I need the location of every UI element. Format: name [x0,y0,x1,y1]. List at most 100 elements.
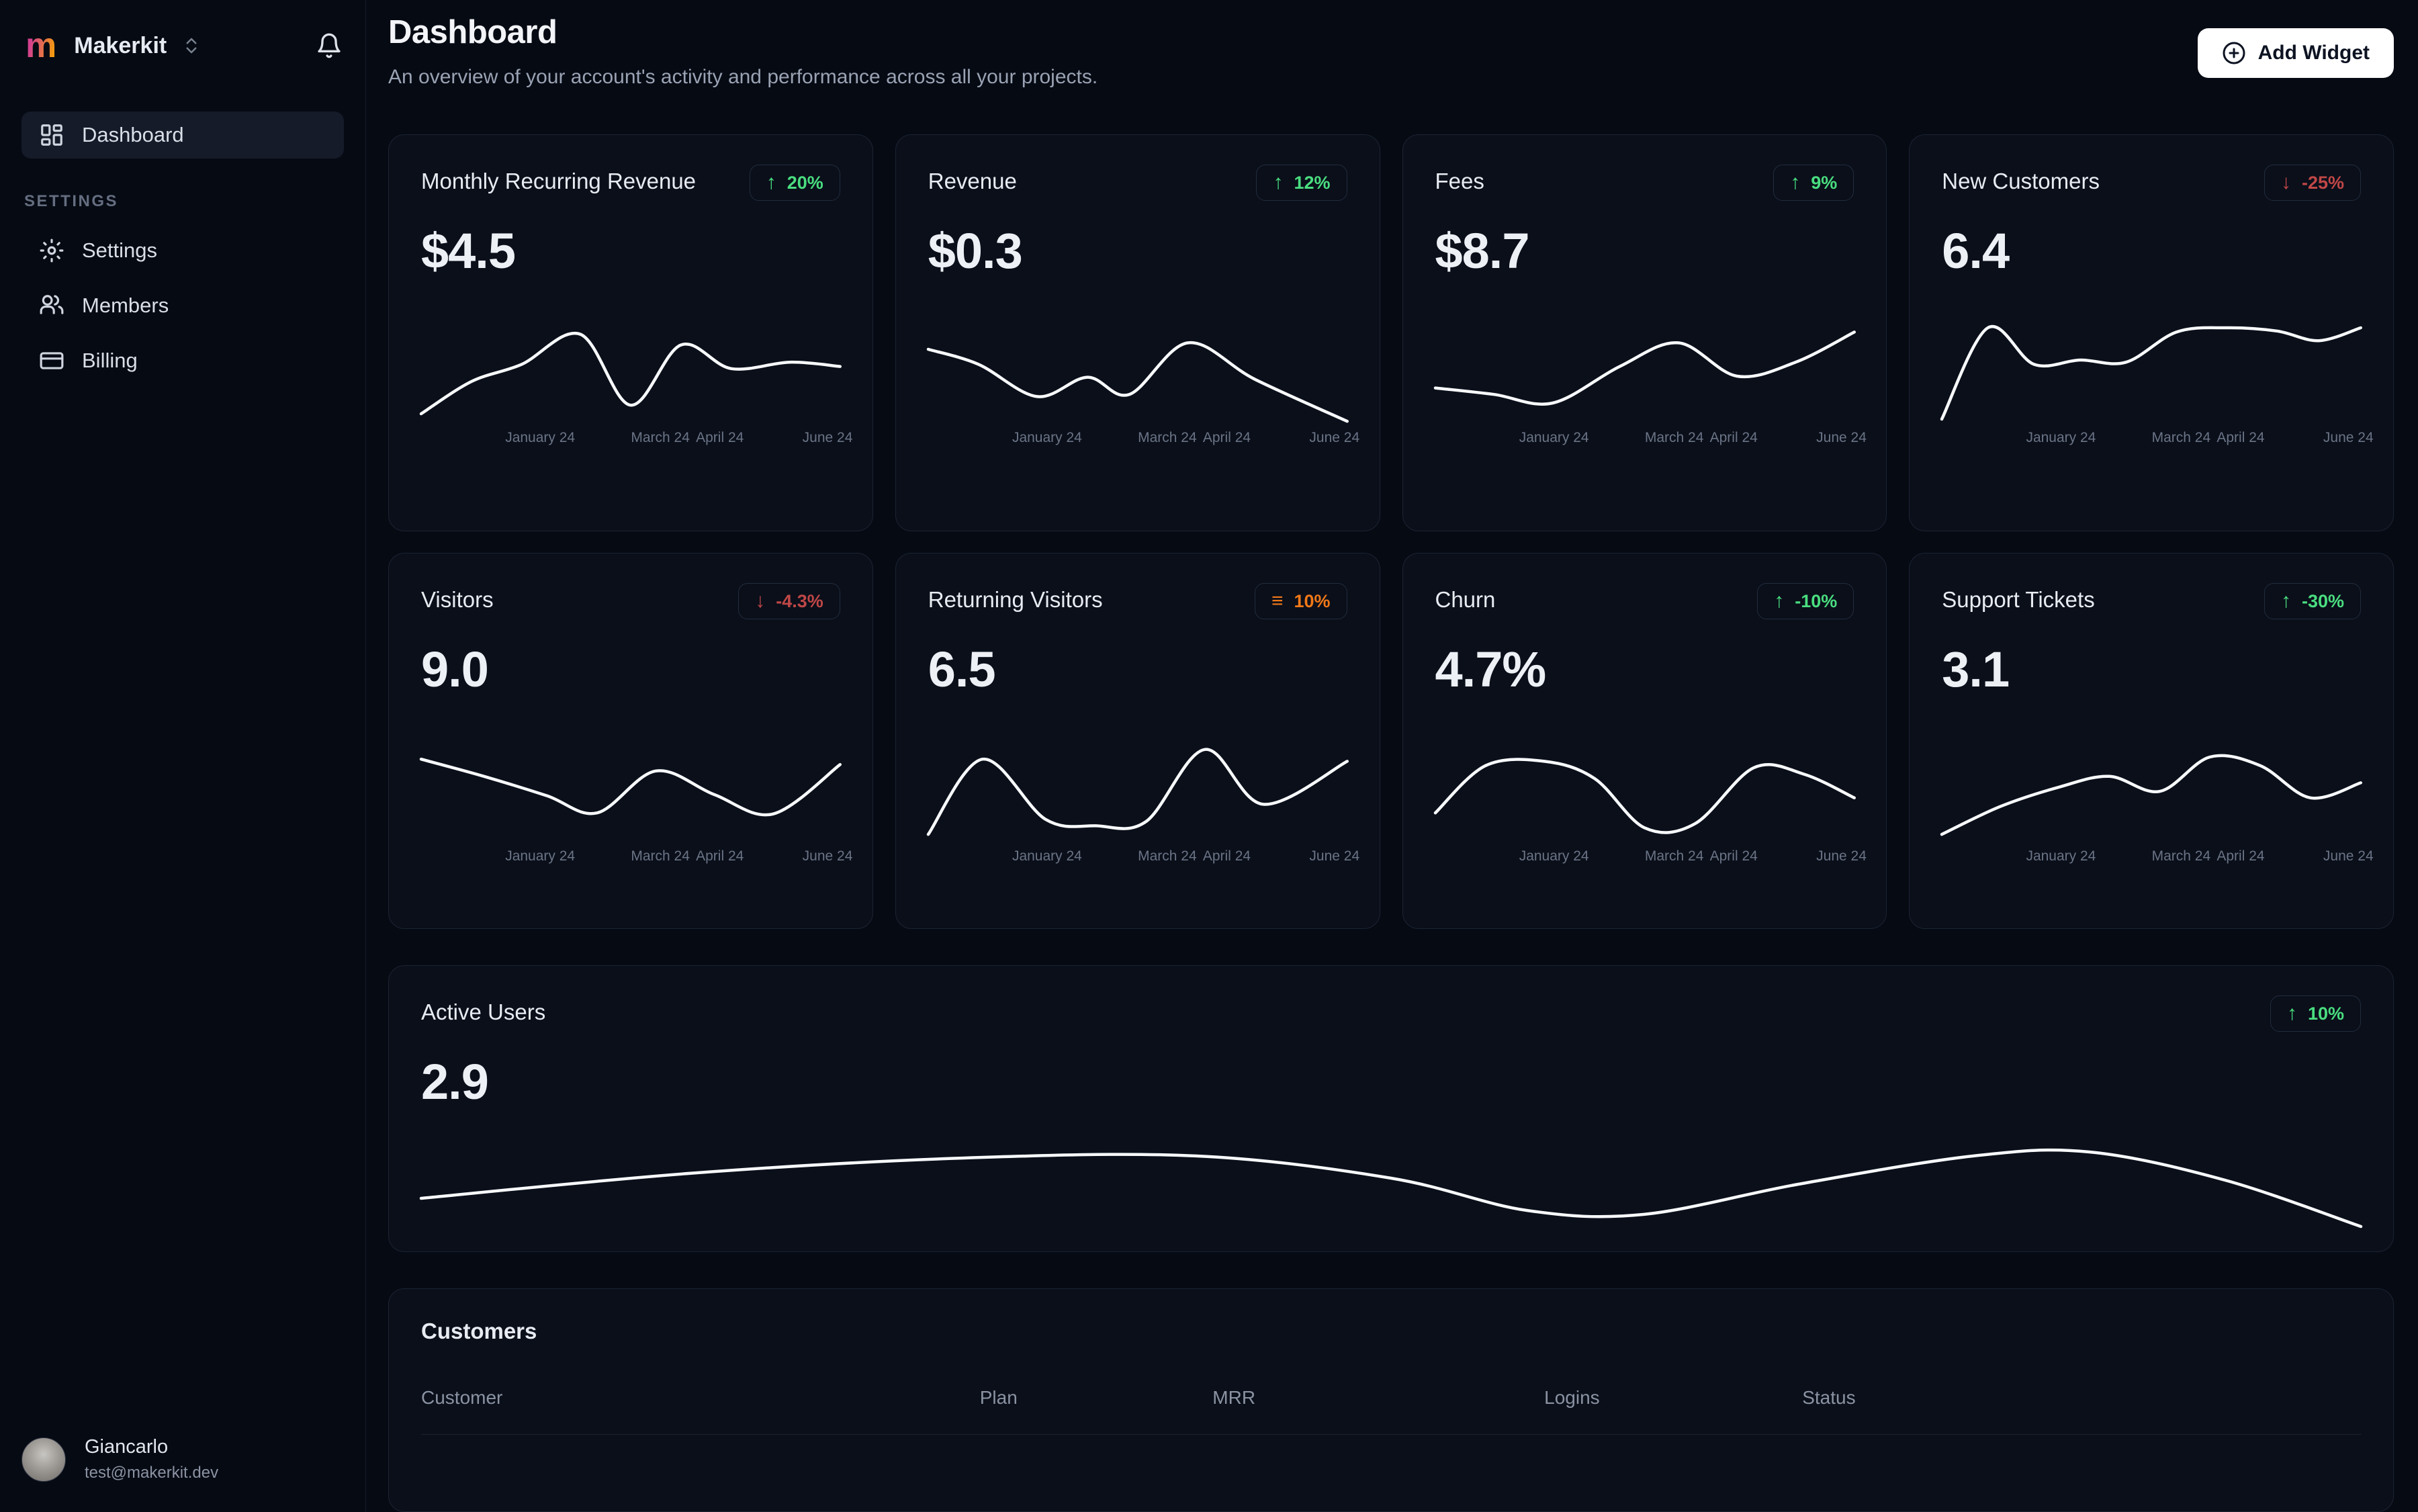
settings-nav: Settings Members Billing [21,227,344,384]
trend-value: 10% [1294,590,1331,611]
trend-value: 20% [787,172,823,193]
trend-badge: ↑ 9% [1773,165,1854,201]
card-title: Visitors [421,587,494,612]
card-title: Churn [1435,587,1496,612]
sidebar-item-members[interactable]: Members [21,282,344,329]
metric-card-visitors: Visitors ↓ -4.3% 9.0 January 24 March 24… [388,553,873,929]
trend-value: 12% [1294,172,1331,193]
active-users-chart: December 23 January 24 February 24 March… [421,1140,2361,1252]
trend-value: -4.3% [776,590,823,611]
x-axis-label: June 24 [1309,848,1360,864]
sparkline-chart: January 24 March 24 April 24 June 24 [928,736,1359,869]
column-header-logins: Logins [1544,1387,1600,1409]
metric-card-new-customers: New Customers ↓ -25% 6.4 January 24 Marc… [1909,134,2394,531]
metric-card-support-tickets: Support Tickets ↑ -30% 3.1 January 24 Ma… [1909,553,2394,929]
x-axis-label: January 24 [2026,430,2096,445]
x-axis-label: June 24 [802,430,853,445]
x-axis-label: March 24 [2151,430,2211,445]
x-axis-label: March 24 [631,848,690,864]
x-axis-label: April 24 [1202,848,1251,864]
card-title: Revenue [928,169,1017,193]
x-axis-label: June 24 [802,848,853,864]
x-axis-label: April 24 [2216,430,2265,445]
sparkline-chart: January 24 March 24 April 24 June 24 [1942,317,2374,450]
trend-value: -25% [2301,172,2344,193]
card-title: New Customers [1942,169,2100,193]
x-axis-label: January 24 [1519,848,1589,864]
trend-icon: ↑ [2286,1002,2297,1024]
metric-card-revenue: Revenue ↑ 12% $0.3 January 24 March 24 A… [895,134,1380,531]
sidebar-item-settings[interactable]: Settings [21,227,344,274]
metric-value: $0.3 [928,223,1023,279]
card-title: Returning Visitors [928,587,1103,612]
metric-value: $8.7 [1435,223,1530,279]
trend-icon: ↑ [1273,171,1284,193]
active-users-card: Active Users ↑ 10% 2.9 December 23 Janua… [388,965,2394,1253]
x-axis-label: April 24 [1202,430,1251,445]
metric-value: 9.0 [421,641,489,697]
credit-card-icon [40,352,64,369]
sidebar-item-dashboard[interactable]: Dashboard [21,112,344,159]
metric-value: 6.4 [1942,223,2010,279]
x-axis-label: January 24 [1012,430,1082,445]
trend-badge: ≡ 10% [1254,583,1347,619]
x-axis-label: March 24 [2151,848,2211,864]
chevrons-up-down-icon [186,38,197,54]
trend-badge: ↓ -4.3% [738,583,840,619]
customers-table-header: Customer Plan MRR Logins Status [421,1387,2361,1435]
customers-card: Customers Customer Plan MRR Logins Statu… [388,1288,2394,1512]
x-axis-label: April 24 [2216,848,2265,864]
trend-value: -30% [2301,590,2344,611]
makerkit-logo: m [26,26,57,65]
metric-value: $4.5 [421,223,516,279]
primary-nav: Dashboard [21,112,344,159]
x-axis-label: June 24 [1309,430,1360,445]
x-axis-label: March 24 [1644,848,1704,864]
trend-value: 10% [2307,1003,2344,1024]
card-title: Monthly Recurring Revenue [421,169,697,193]
dashboard-grid-icon [41,124,62,146]
metric-card-fees: Fees ↑ 9% $8.7 January 24 March 24 April… [1402,134,1887,531]
sidebar-item-label: Settings [82,238,158,262]
plus-circle-icon [2223,42,2245,64]
x-axis-label: June 24 [1816,848,1867,864]
x-axis-label: June 24 [1816,430,1867,445]
sparkline-chart: January 24 March 24 April 24 June 24 [1942,736,2374,869]
customers-title: Customers [421,1319,537,1344]
x-axis-label: March 24 [1138,848,1197,864]
workspace-selector[interactable]: m Makerkit [21,24,344,67]
add-widget-button[interactable]: Add Widget [2197,28,2394,78]
x-axis-label: April 24 [696,430,744,445]
sparkline-chart: January 24 March 24 April 24 June 24 [421,317,852,450]
sidebar-item-label: Billing [82,349,138,372]
x-axis-label: June 24 [2323,848,2374,864]
trend-icon: ↑ [1774,590,1785,612]
x-axis-label: March 24 [1644,430,1704,445]
page-subtitle: An overview of your account's activity a… [388,66,1098,88]
sidebar-item-billing[interactable]: Billing [21,337,344,384]
column-header-status: Status [1802,1387,1856,1409]
main-content: Dashboard An overview of your account's … [366,0,2418,1512]
sidebar-item-label: Members [82,294,169,317]
trend-badge: ↑ 10% [2270,995,2361,1032]
sidebar: m Makerkit Dashboard SETTINGS Settings M… [0,0,366,1512]
x-axis-label: January 24 [505,848,576,864]
x-axis-label: April 24 [1709,430,1758,445]
trend-value: -10% [1795,590,1838,611]
trend-badge: ↑ -10% [1757,583,1854,619]
metric-value: 6.5 [928,641,996,697]
trend-icon: ↑ [766,171,776,193]
card-title: Fees [1435,169,1484,193]
settings-section-label: SETTINGS [24,192,119,210]
card-title: Support Tickets [1942,587,2095,612]
metric-value: 3.1 [1942,641,2010,697]
user-profile[interactable]: Giancarlo test@makerkit.dev [21,1436,344,1482]
page-title: Dashboard [388,14,557,50]
trend-icon: ↓ [755,590,766,612]
x-axis-label: April 24 [1709,848,1758,864]
x-axis-label: March 24 [1138,430,1197,445]
trend-value: 9% [1811,172,1838,193]
column-header-mrr: MRR [1212,1387,1256,1409]
notifications-bell-button[interactable] [314,31,344,60]
metric-value: 2.9 [421,1054,489,1110]
